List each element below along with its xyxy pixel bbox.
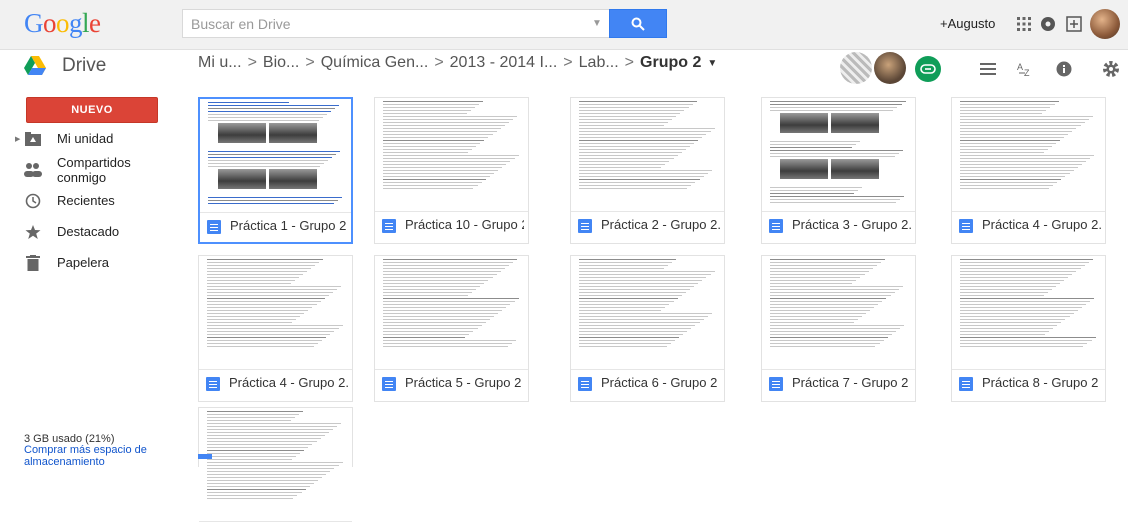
file-card[interactable]: Práctica 4 - Grupo 2. O... [951, 97, 1106, 244]
sidebar-item-label: Destacado [57, 224, 120, 239]
file-name: Práctica 6 - Grupo 2 [601, 375, 718, 390]
sidebar-item-label: Compartidos conmigo [57, 154, 131, 185]
file-thumbnail [571, 256, 724, 370]
shared-user-avatar[interactable] [874, 52, 906, 84]
search-options-icon[interactable]: ▼ [586, 18, 608, 29]
file-card[interactable]: Práctica 7 - Grupo 2 [761, 255, 916, 402]
search-icon [631, 17, 645, 31]
search-input[interactable] [183, 10, 586, 37]
share-icon[interactable] [1063, 13, 1085, 35]
google-docs-icon [959, 219, 973, 233]
apps-icon[interactable] [1013, 13, 1035, 35]
sidebar-item-label: Mi unidad [57, 131, 114, 146]
file-thumbnail [200, 99, 351, 213]
file-name: Práctica 2 - Grupo 2. M... [601, 217, 720, 232]
google-logo[interactable]: Google [24, 8, 101, 39]
sidebar-item-recent[interactable]: Recientes [0, 185, 178, 216]
breadcrumb-item[interactable]: Química Gen... [321, 54, 429, 72]
list-view-icon[interactable] [977, 58, 999, 80]
top-bar: Google ▼ +Augusto [0, 0, 1128, 50]
breadcrumb-item[interactable]: 2013 - 2014 I... [450, 54, 558, 72]
my-drive-icon [24, 130, 42, 148]
breadcrumb-item[interactable]: Lab... [579, 54, 619, 72]
google-docs-icon [382, 377, 396, 391]
google-docs-icon [769, 377, 783, 391]
shared-user-avatar[interactable] [840, 52, 872, 84]
sidebar-item-trash[interactable]: Papelera [0, 247, 178, 278]
file-card[interactable]: Práctica 4 - Grupo 2.do... [198, 255, 353, 402]
notifications-icon[interactable] [1037, 13, 1059, 35]
info-icon[interactable] [1053, 58, 1075, 80]
breadcrumb-separator: > [305, 54, 315, 71]
google-docs-icon [769, 219, 783, 233]
file-card[interactable]: Práctica 5 - Grupo 2 [374, 255, 529, 402]
file-thumbnail [375, 98, 528, 212]
breadcrumb-separator: > [434, 54, 444, 71]
file-thumbnail [199, 408, 352, 522]
drive-logo-icon [24, 56, 46, 81]
file-thumbnail [952, 98, 1105, 212]
google-docs-icon [382, 219, 396, 233]
file-card[interactable]: Práctica 10 - Grupo 2 [374, 97, 529, 244]
star-icon [24, 223, 42, 241]
account-avatar[interactable] [1090, 9, 1120, 39]
shared-icon [24, 161, 42, 179]
file-thumbnail [375, 256, 528, 370]
trash-icon [24, 254, 42, 272]
file-card[interactable]: Práctica 2 - Grupo 2. M... [570, 97, 725, 244]
file-card[interactable] [198, 407, 353, 522]
breadcrumb-current-folder[interactable]: Grupo 2 [640, 54, 701, 72]
sidebar-item-shared-with-me[interactable]: Compartidos conmigo [0, 154, 178, 185]
file-thumbnail [199, 256, 352, 370]
breadcrumb-item[interactable]: Bio... [263, 54, 299, 72]
file-card[interactable]: Práctica 6 - Grupo 2 [570, 255, 725, 402]
buy-storage-link[interactable]: Comprar más espacio de almacenamiento [24, 444, 174, 468]
svg-text:A: A [1017, 62, 1023, 72]
link-icon [920, 64, 936, 74]
breadcrumb-separator: > [624, 54, 635, 71]
file-card[interactable]: Práctica 1 - Grupo 2. U... [198, 97, 353, 244]
file-thumbnail [762, 256, 915, 370]
file-thumbnail [952, 256, 1105, 370]
file-icon-partial [198, 454, 212, 459]
sidebar-item-starred[interactable]: Destacado [0, 216, 178, 247]
drive-title[interactable]: Drive [62, 55, 106, 77]
file-name: Práctica 4 - Grupo 2.do... [229, 375, 348, 390]
file-thumbnail [571, 98, 724, 212]
file-name: Práctica 5 - Grupo 2 [405, 375, 522, 390]
file-name: Práctica 1 - Grupo 2. U... [230, 218, 347, 233]
file-thumbnail [762, 98, 915, 212]
file-name: Práctica 4 - Grupo 2. O... [982, 217, 1101, 232]
sidebar-item-my-drive[interactable]: ▶ Mi unidad [0, 123, 178, 154]
breadcrumb: Mi u... > Bio... > Química Gen... > 2013… [198, 54, 717, 72]
file-name: Práctica 8 - Grupo 2 [982, 375, 1099, 390]
sidebar-item-label: Recientes [57, 193, 115, 208]
new-button[interactable]: NUEVO [26, 97, 158, 123]
google-docs-icon [578, 219, 592, 233]
file-card[interactable]: Práctica 3 - Grupo 2. L... [761, 97, 916, 244]
recent-clock-icon [24, 192, 42, 210]
file-name: Práctica 10 - Grupo 2 [405, 217, 524, 232]
folder-menu-chevron-down-icon[interactable]: ▼ [707, 58, 717, 69]
expand-triangle-icon[interactable]: ▶ [15, 135, 20, 143]
breadcrumb-separator: > [247, 54, 257, 71]
search-button[interactable] [609, 9, 667, 38]
search-box: ▼ [182, 9, 667, 38]
settings-gear-icon[interactable] [1100, 58, 1122, 80]
file-name: Práctica 3 - Grupo 2. L... [792, 217, 911, 232]
share-link-button[interactable] [915, 56, 941, 82]
google-docs-icon [207, 220, 221, 234]
breadcrumb-separator: > [563, 54, 573, 71]
sidebar-nav: ▶ Mi unidad Compartidos conmigo Reciente… [0, 123, 178, 278]
google-docs-icon [578, 377, 592, 391]
sort-az-icon[interactable]: AZ [1014, 58, 1036, 80]
breadcrumb-item[interactable]: Mi u... [198, 54, 242, 72]
file-name: Práctica 7 - Grupo 2 [792, 375, 909, 390]
google-docs-icon [206, 377, 220, 391]
sidebar-item-label: Papelera [57, 255, 110, 270]
file-card[interactable]: Práctica 8 - Grupo 2 [951, 255, 1106, 402]
google-docs-icon [959, 377, 973, 391]
user-profile-link[interactable]: +Augusto [940, 16, 995, 31]
